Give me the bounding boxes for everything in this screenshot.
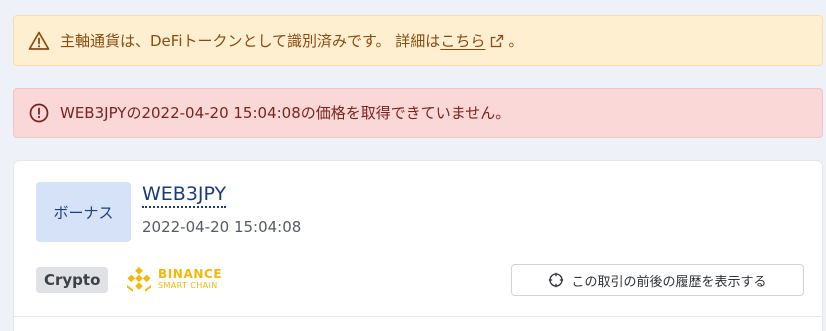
transaction-date: 2022-04-20 15:04:08 <box>142 218 302 236</box>
transaction-card: ボーナス WEB3JPY 2022-04-20 15:04:08 Crypto … <box>13 160 823 331</box>
warning-alert-text: 主軸通貨は、DeFiトークンとして識別済みです。 詳細は <box>60 31 441 50</box>
transaction-type-badge: ボーナス <box>36 182 131 242</box>
error-alert-text: WEB3JPYの2022-04-20 15:04:08の価格を取得できていません… <box>60 104 511 122</box>
binance-icon <box>127 266 151 292</box>
card-divider <box>14 316 822 317</box>
show-history-button-label: この取引の前後の履歴を表示する <box>571 273 767 289</box>
error-alert: WEB3JPYの2022-04-20 15:04:08の価格を取得できていません… <box>13 88 823 138</box>
warning-alert-suffix: 。 <box>508 31 524 50</box>
crosshair-icon <box>549 272 564 288</box>
binance-smart-chain-logo: BINANCE SMART CHAIN <box>124 265 222 295</box>
details-link[interactable]: こちら <box>440 31 485 51</box>
warning-triangle-icon <box>28 30 50 52</box>
chain-name-line2: SMART CHAIN <box>158 281 218 290</box>
warning-alert: 主軸通貨は、DeFiトークンとして識別済みです。 詳細は こちら 。 <box>13 15 823 66</box>
show-history-button[interactable]: この取引の前後の履歴を表示する <box>511 264 804 296</box>
token-name[interactable]: WEB3JPY <box>142 183 227 208</box>
external-link-icon[interactable] <box>490 34 504 48</box>
category-tag: Crypto <box>36 267 109 293</box>
chain-name-line1: BINANCE <box>158 267 223 281</box>
exclamation-circle-icon <box>28 102 50 124</box>
